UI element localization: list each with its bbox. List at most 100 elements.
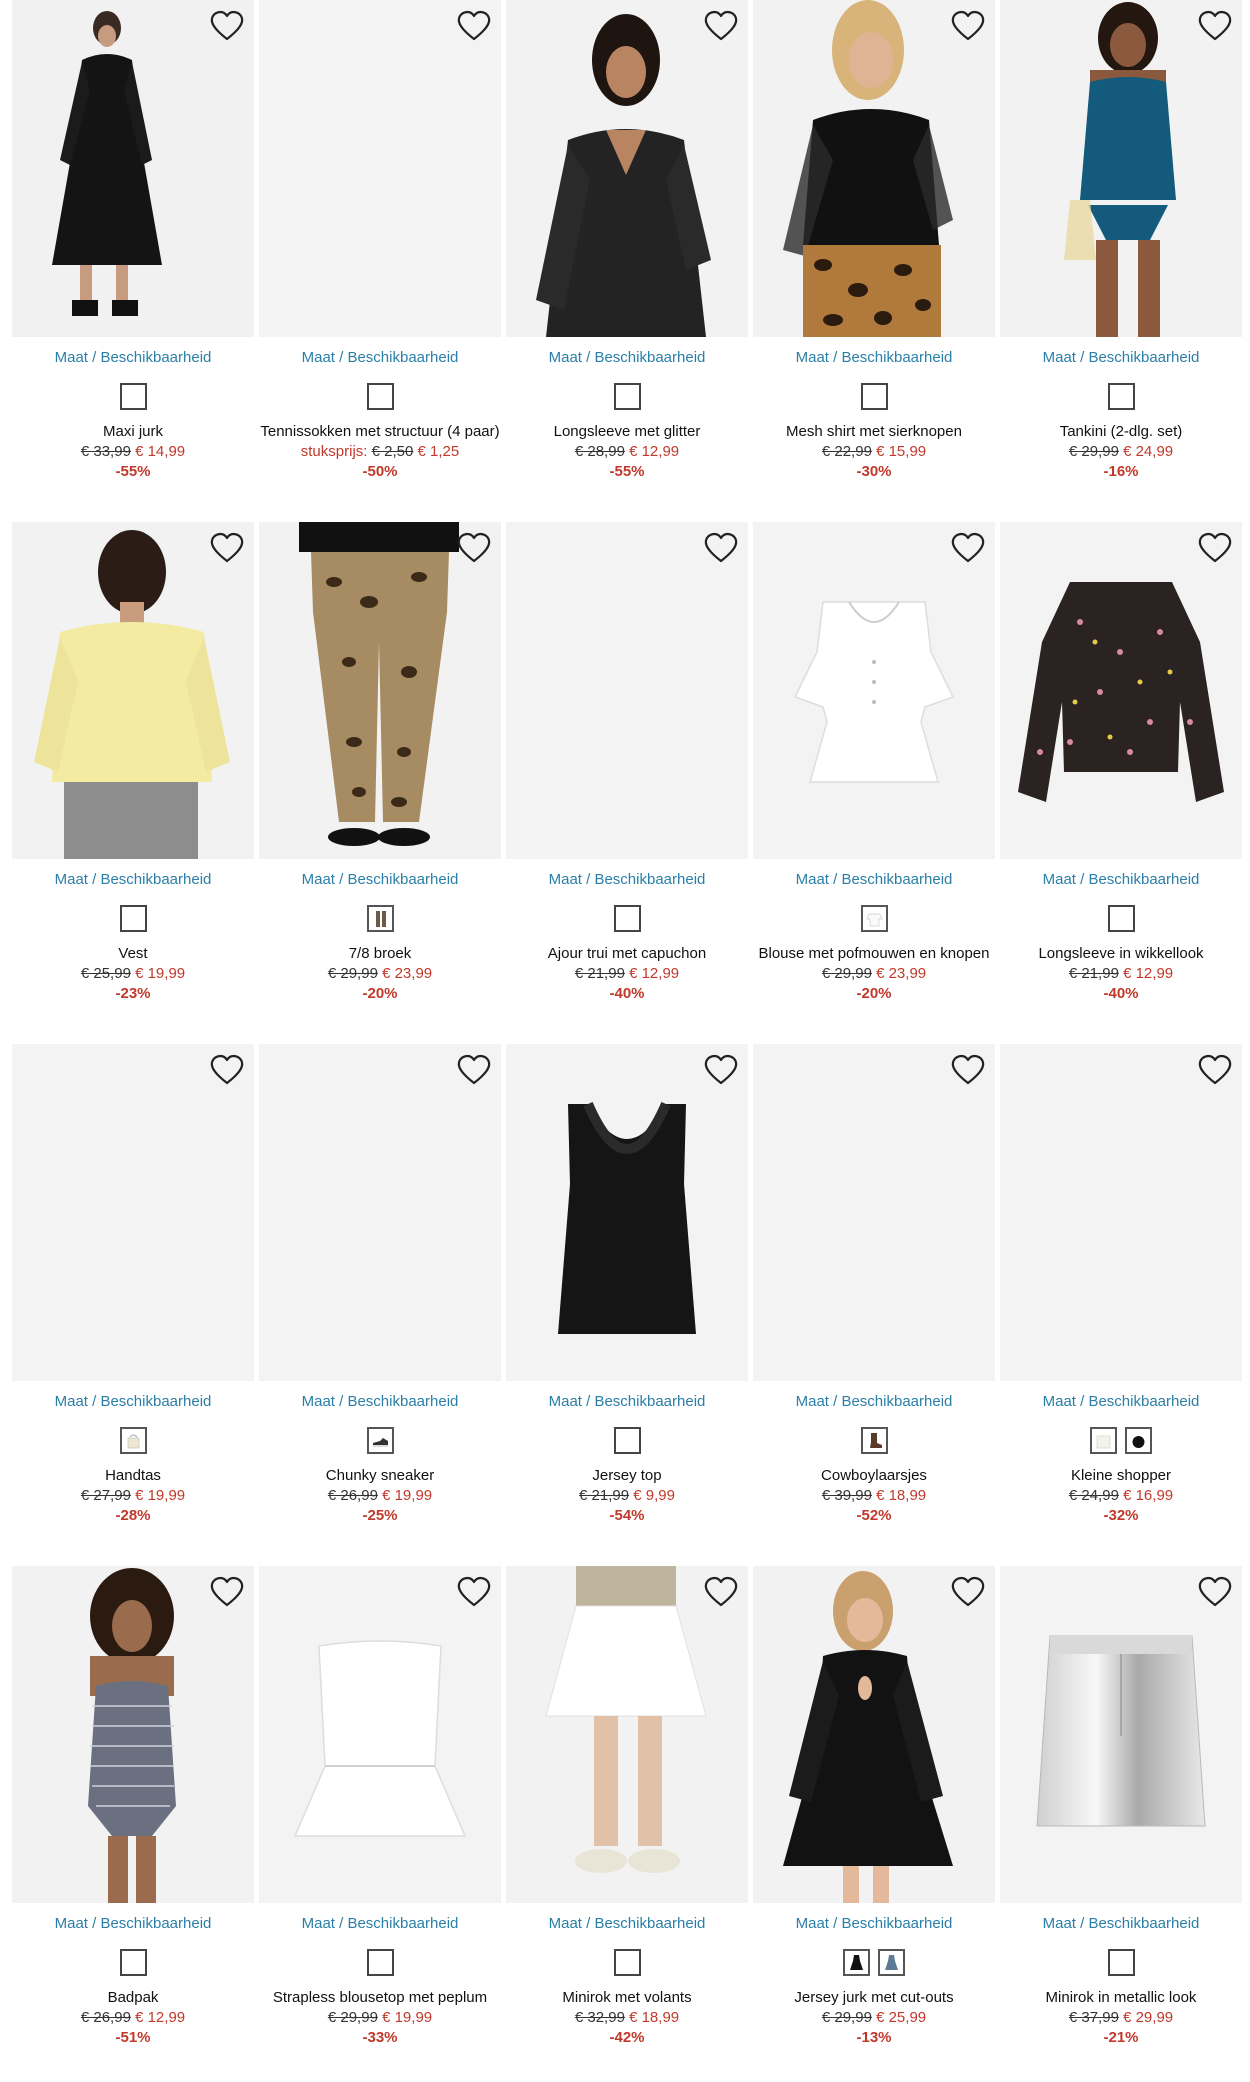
product-card[interactable]: Maat / Beschikbaarheid Cowboylaarsjes € 39… <box>753 1044 995 1544</box>
color-swatch[interactable] <box>366 1427 394 1454</box>
product-card[interactable]: Maat / Beschikbaarheid Jersey top € 21,99 … <box>506 1044 748 1544</box>
heart-icon[interactable] <box>704 532 738 564</box>
product-card[interactable]: Maat / Beschikbaarheid Strapless blouseto… <box>259 1566 501 2066</box>
color-swatch[interactable] <box>613 1427 641 1454</box>
heart-icon[interactable] <box>951 1054 985 1086</box>
product-image[interactable] <box>1000 1566 1242 1903</box>
heart-icon[interactable] <box>1198 1054 1232 1086</box>
product-image[interactable] <box>1000 522 1242 859</box>
size-availability-link[interactable]: Maat / Beschikbaarheid <box>12 871 254 888</box>
heart-icon[interactable] <box>210 1576 244 1608</box>
product-name[interactable]: Strapless blousetop met peplum <box>259 1989 501 2006</box>
product-name[interactable]: Longsleeve met glitter <box>506 423 748 440</box>
color-swatch[interactable] <box>613 905 641 932</box>
product-name[interactable]: Vest <box>12 945 254 962</box>
product-image[interactable] <box>259 522 501 859</box>
color-swatch[interactable] <box>860 383 888 410</box>
heart-icon[interactable] <box>951 10 985 42</box>
product-name[interactable]: Tankini (2-dlg. set) <box>1000 423 1242 440</box>
heart-icon[interactable] <box>951 1576 985 1608</box>
size-availability-link[interactable]: Maat / Beschikbaarheid <box>506 1393 748 1410</box>
size-availability-link[interactable]: Maat / Beschikbaarheid <box>12 349 254 366</box>
product-card[interactable]: Maat / Beschikbaarheid Chunky sneaker € 26… <box>259 1044 501 1544</box>
heart-icon[interactable] <box>210 1054 244 1086</box>
heart-icon[interactable] <box>210 10 244 42</box>
heart-icon[interactable] <box>457 1576 491 1608</box>
product-image[interactable] <box>1000 1044 1242 1381</box>
product-card[interactable]: Maat / Beschikbaarheid Ajour trui met cap… <box>506 522 748 1022</box>
heart-icon[interactable] <box>1198 10 1232 42</box>
product-image[interactable] <box>753 0 995 337</box>
product-card[interactable]: Maat / Beschikbaarheid Maxi jurk € 33,99 €… <box>12 0 254 500</box>
product-image[interactable] <box>753 1044 995 1381</box>
product-name[interactable]: Chunky sneaker <box>259 1467 501 1484</box>
product-card[interactable]: Maat / Beschikbaarheid Longsleeve in wikk… <box>1000 522 1242 1022</box>
product-image[interactable] <box>506 0 748 337</box>
product-image[interactable] <box>506 522 748 859</box>
heart-icon[interactable] <box>704 1576 738 1608</box>
product-card[interactable]: Maat / Beschikbaarheid Mesh shirt met sie… <box>753 0 995 500</box>
product-card[interactable]: Maat / Beschikbaarheid Blouse met pofmouw… <box>753 522 995 1022</box>
product-name[interactable]: Longsleeve in wikkellook <box>1000 945 1242 962</box>
product-card[interactable]: Maat / Beschikbaarheid Longsleeve met gli… <box>506 0 748 500</box>
size-availability-link[interactable]: Maat / Beschikbaarheid <box>1000 1915 1242 1932</box>
heart-icon[interactable] <box>457 532 491 564</box>
product-card[interactable]: Maat / Beschikbaarheid Tankini (2-dlg. se… <box>1000 0 1242 500</box>
product-image[interactable] <box>753 522 995 859</box>
color-swatch[interactable] <box>1107 1949 1135 1976</box>
color-swatch[interactable] <box>366 1949 394 1976</box>
color-swatch[interactable] <box>613 383 641 410</box>
product-image[interactable] <box>12 0 254 337</box>
size-availability-link[interactable]: Maat / Beschikbaarheid <box>753 871 995 888</box>
size-availability-link[interactable]: Maat / Beschikbaarheid <box>1000 349 1242 366</box>
size-availability-link[interactable]: Maat / Beschikbaarheid <box>259 1393 501 1410</box>
product-name[interactable]: 7/8 broek <box>259 945 501 962</box>
size-availability-link[interactable]: Maat / Beschikbaarheid <box>753 1393 995 1410</box>
product-name[interactable]: Blouse met pofmouwen en knopen <box>753 945 995 962</box>
product-image[interactable] <box>1000 0 1242 337</box>
product-image[interactable] <box>259 1566 501 1903</box>
size-availability-link[interactable]: Maat / Beschikbaarheid <box>1000 871 1242 888</box>
color-swatch[interactable] <box>1107 905 1135 932</box>
color-swatch[interactable] <box>843 1949 870 1976</box>
heart-icon[interactable] <box>951 532 985 564</box>
product-name[interactable]: Badpak <box>12 1989 254 2006</box>
product-image[interactable] <box>506 1566 748 1903</box>
product-image[interactable] <box>753 1566 995 1903</box>
color-swatch[interactable] <box>1090 1427 1117 1454</box>
color-swatch[interactable] <box>119 905 147 932</box>
product-card[interactable]: Maat / Beschikbaarheid Kleine shopper € 24… <box>1000 1044 1242 1544</box>
product-name[interactable]: Mesh shirt met sierknopen <box>753 423 995 440</box>
color-swatch[interactable] <box>119 1949 147 1976</box>
product-name[interactable]: Minirok in metallic look <box>1000 1989 1242 2006</box>
color-swatch[interactable] <box>366 905 394 932</box>
product-name[interactable]: Jersey jurk met cut-outs <box>753 1989 995 2006</box>
product-card[interactable]: Maat / Beschikbaarheid Vest € 25,99 € 19,9… <box>12 522 254 1022</box>
color-swatch[interactable] <box>119 383 147 410</box>
product-name[interactable]: Jersey top <box>506 1467 748 1484</box>
product-card[interactable]: Maat / Beschikbaarheid Tennissokken met s… <box>259 0 501 500</box>
heart-icon[interactable] <box>457 10 491 42</box>
product-name[interactable]: Tennissokken met structuur (4 paar) <box>259 423 501 440</box>
size-availability-link[interactable]: Maat / Beschikbaarheid <box>506 1915 748 1932</box>
product-image[interactable] <box>506 1044 748 1381</box>
product-name[interactable]: Cowboylaarsjes <box>753 1467 995 1484</box>
product-image[interactable] <box>259 1044 501 1381</box>
size-availability-link[interactable]: Maat / Beschikbaarheid <box>506 871 748 888</box>
product-card[interactable]: Maat / Beschikbaarheid Badpak € 26,99 € 12… <box>12 1566 254 2066</box>
color-swatch[interactable] <box>613 1949 641 1976</box>
product-card[interactable]: Maat / Beschikbaarheid Handtas € 27,99 € 1… <box>12 1044 254 1544</box>
size-availability-link[interactable]: Maat / Beschikbaarheid <box>753 1915 995 1932</box>
heart-icon[interactable] <box>1198 532 1232 564</box>
product-name[interactable]: Kleine shopper <box>1000 1467 1242 1484</box>
heart-icon[interactable] <box>210 532 244 564</box>
product-card[interactable]: Maat / Beschikbaarheid Minirok in metalli… <box>1000 1566 1242 2066</box>
heart-icon[interactable] <box>1198 1576 1232 1608</box>
size-availability-link[interactable]: Maat / Beschikbaarheid <box>259 871 501 888</box>
color-swatch[interactable] <box>1107 383 1135 410</box>
product-card[interactable]: Maat / Beschikbaarheid 7/8 broek € 29,99 €… <box>259 522 501 1022</box>
heart-icon[interactable] <box>704 10 738 42</box>
size-availability-link[interactable]: Maat / Beschikbaarheid <box>506 349 748 366</box>
color-swatch[interactable] <box>860 1427 888 1454</box>
size-availability-link[interactable]: Maat / Beschikbaarheid <box>259 349 501 366</box>
